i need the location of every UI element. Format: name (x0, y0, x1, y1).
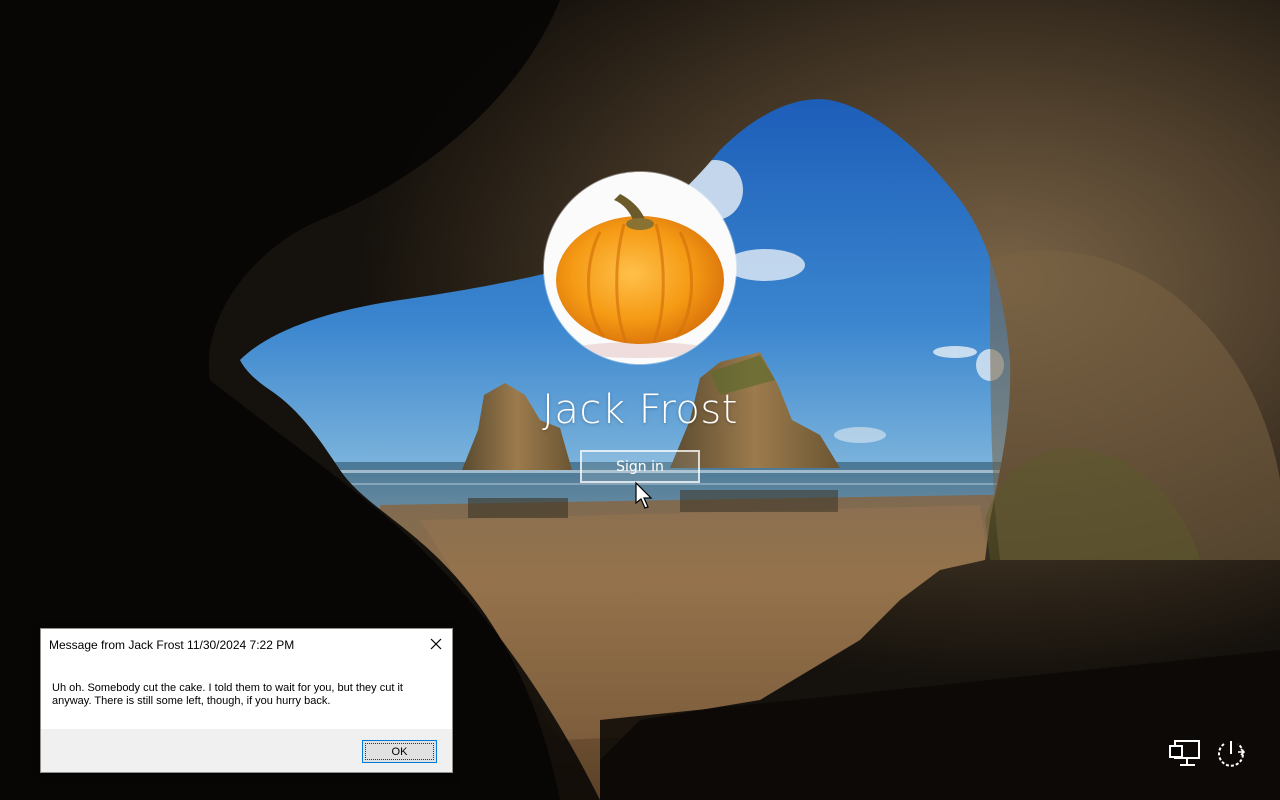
dialog-message: Uh oh. Somebody cut the cake. I told the… (52, 682, 403, 707)
user-avatar (544, 172, 736, 364)
dialog-titlebar[interactable]: Message from Jack Frost 11/30/2024 7:22 … (41, 629, 452, 659)
mouse-cursor-icon (635, 481, 653, 509)
sign-in-button[interactable]: Sign in (580, 450, 700, 483)
dialog-title: Message from Jack Frost 11/30/2024 7:22 … (49, 638, 295, 652)
username-label: Jack Frost (542, 387, 738, 433)
close-icon[interactable] (426, 634, 446, 654)
message-dialog: Message from Jack Frost 11/30/2024 7:22 … (40, 628, 453, 773)
dialog-footer: OK (41, 729, 452, 772)
pumpkin-icon (544, 172, 736, 364)
power-icon[interactable] (1214, 738, 1248, 770)
network-icon[interactable] (1167, 738, 1201, 770)
ok-button[interactable]: OK (362, 740, 437, 763)
